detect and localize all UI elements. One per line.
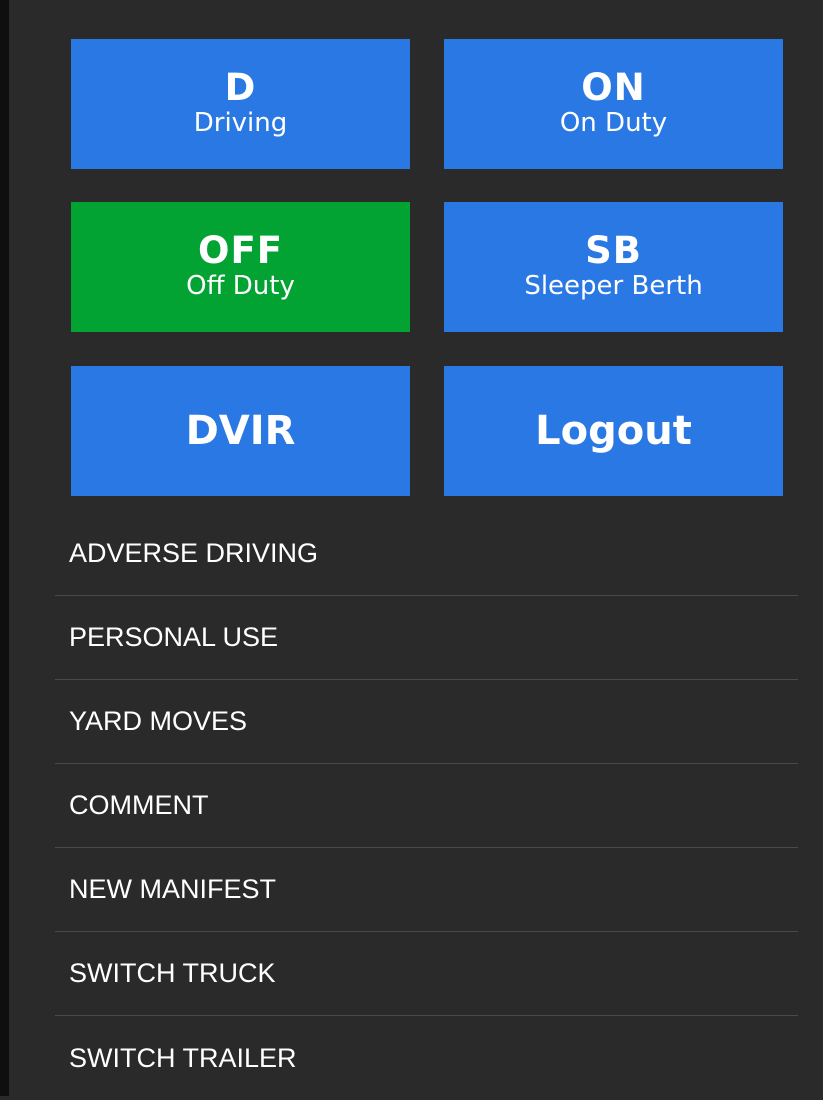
dvir-button[interactable]: DVIR [71, 366, 410, 496]
logout-button[interactable]: Logout [444, 366, 783, 496]
status-label: On Duty [559, 108, 668, 138]
status-label: Driving [193, 108, 288, 138]
status-code: SB [585, 229, 642, 272]
menu-item-personal-use[interactable]: PERSONAL USE [55, 596, 798, 680]
menu-item-switch-truck[interactable]: SWITCH TRUCK [55, 932, 798, 1016]
status-code: ON [581, 66, 646, 109]
on-duty-status-button[interactable]: ON On Duty [444, 39, 783, 169]
sleeper-berth-status-button[interactable]: SB Sleeper Berth [444, 202, 783, 332]
status-label: Off Duty [186, 271, 295, 301]
menu-item-comment[interactable]: COMMENT [55, 764, 798, 848]
driving-status-button[interactable]: D Driving [71, 39, 410, 169]
logout-button-label: Logout [535, 408, 692, 454]
status-label: Sleeper Berth [524, 271, 703, 301]
dvir-button-label: DVIR [185, 408, 296, 454]
menu-item-switch-trailer[interactable]: SWITCH TRAILER [55, 1016, 798, 1100]
duty-options-menu: ADVERSE DRIVING PERSONAL USE YARD MOVES … [55, 512, 798, 1100]
status-code: OFF [197, 229, 283, 272]
menu-item-new-manifest[interactable]: NEW MANIFEST [55, 848, 798, 932]
off-duty-status-button[interactable]: OFF Off Duty [71, 202, 410, 332]
menu-item-adverse-driving[interactable]: ADVERSE DRIVING [55, 512, 798, 596]
duty-status-panel: D Driving ON On Duty OFF Off Duty SB Sle… [9, 0, 823, 1096]
left-edge-strip [0, 0, 9, 1096]
menu-item-yard-moves[interactable]: YARD MOVES [55, 680, 798, 764]
status-code: D [224, 66, 257, 109]
